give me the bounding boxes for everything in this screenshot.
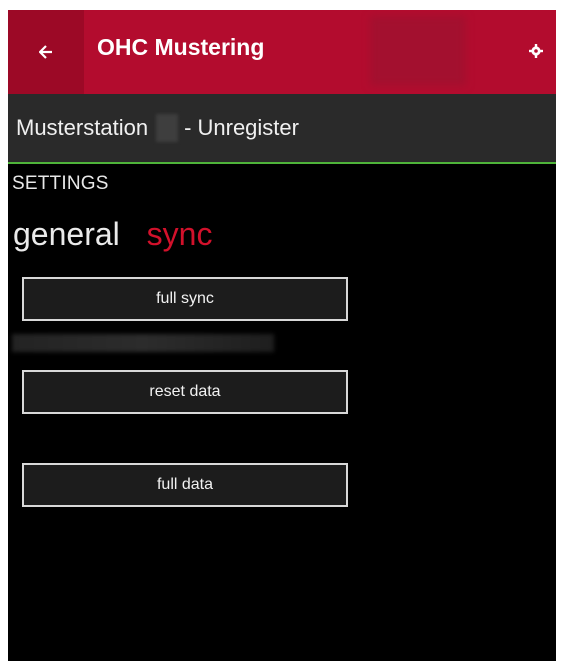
gear-icon xyxy=(529,43,543,62)
redacted-area xyxy=(370,16,466,86)
redacted-station-id xyxy=(156,114,179,142)
title-bar: OHC Mustering xyxy=(8,10,556,94)
full-sync-button[interactable]: full sync xyxy=(22,277,348,321)
station-info: Musterstation - Unregister xyxy=(16,114,299,142)
pivot-tabs: general sync xyxy=(13,216,230,253)
reset-data-button[interactable]: reset data xyxy=(22,370,348,414)
settings-button[interactable] xyxy=(523,39,549,65)
station-bar: Musterstation - Unregister xyxy=(8,94,556,164)
station-label: Musterstation xyxy=(16,115,149,140)
tab-general[interactable]: general xyxy=(13,216,120,252)
back-arrow-icon xyxy=(39,45,53,59)
page-title: SETTINGS xyxy=(12,173,109,194)
full-data-button[interactable]: full data xyxy=(22,463,348,507)
back-button[interactable] xyxy=(8,10,84,94)
tab-sync[interactable]: sync xyxy=(147,216,213,252)
unregister-link[interactable]: - Unregister xyxy=(184,115,299,141)
app-window: OHC Mustering Musterstation - Unregister… xyxy=(8,10,556,661)
app-title: OHC Mustering xyxy=(97,34,265,60)
redacted-sync-status xyxy=(12,334,274,352)
